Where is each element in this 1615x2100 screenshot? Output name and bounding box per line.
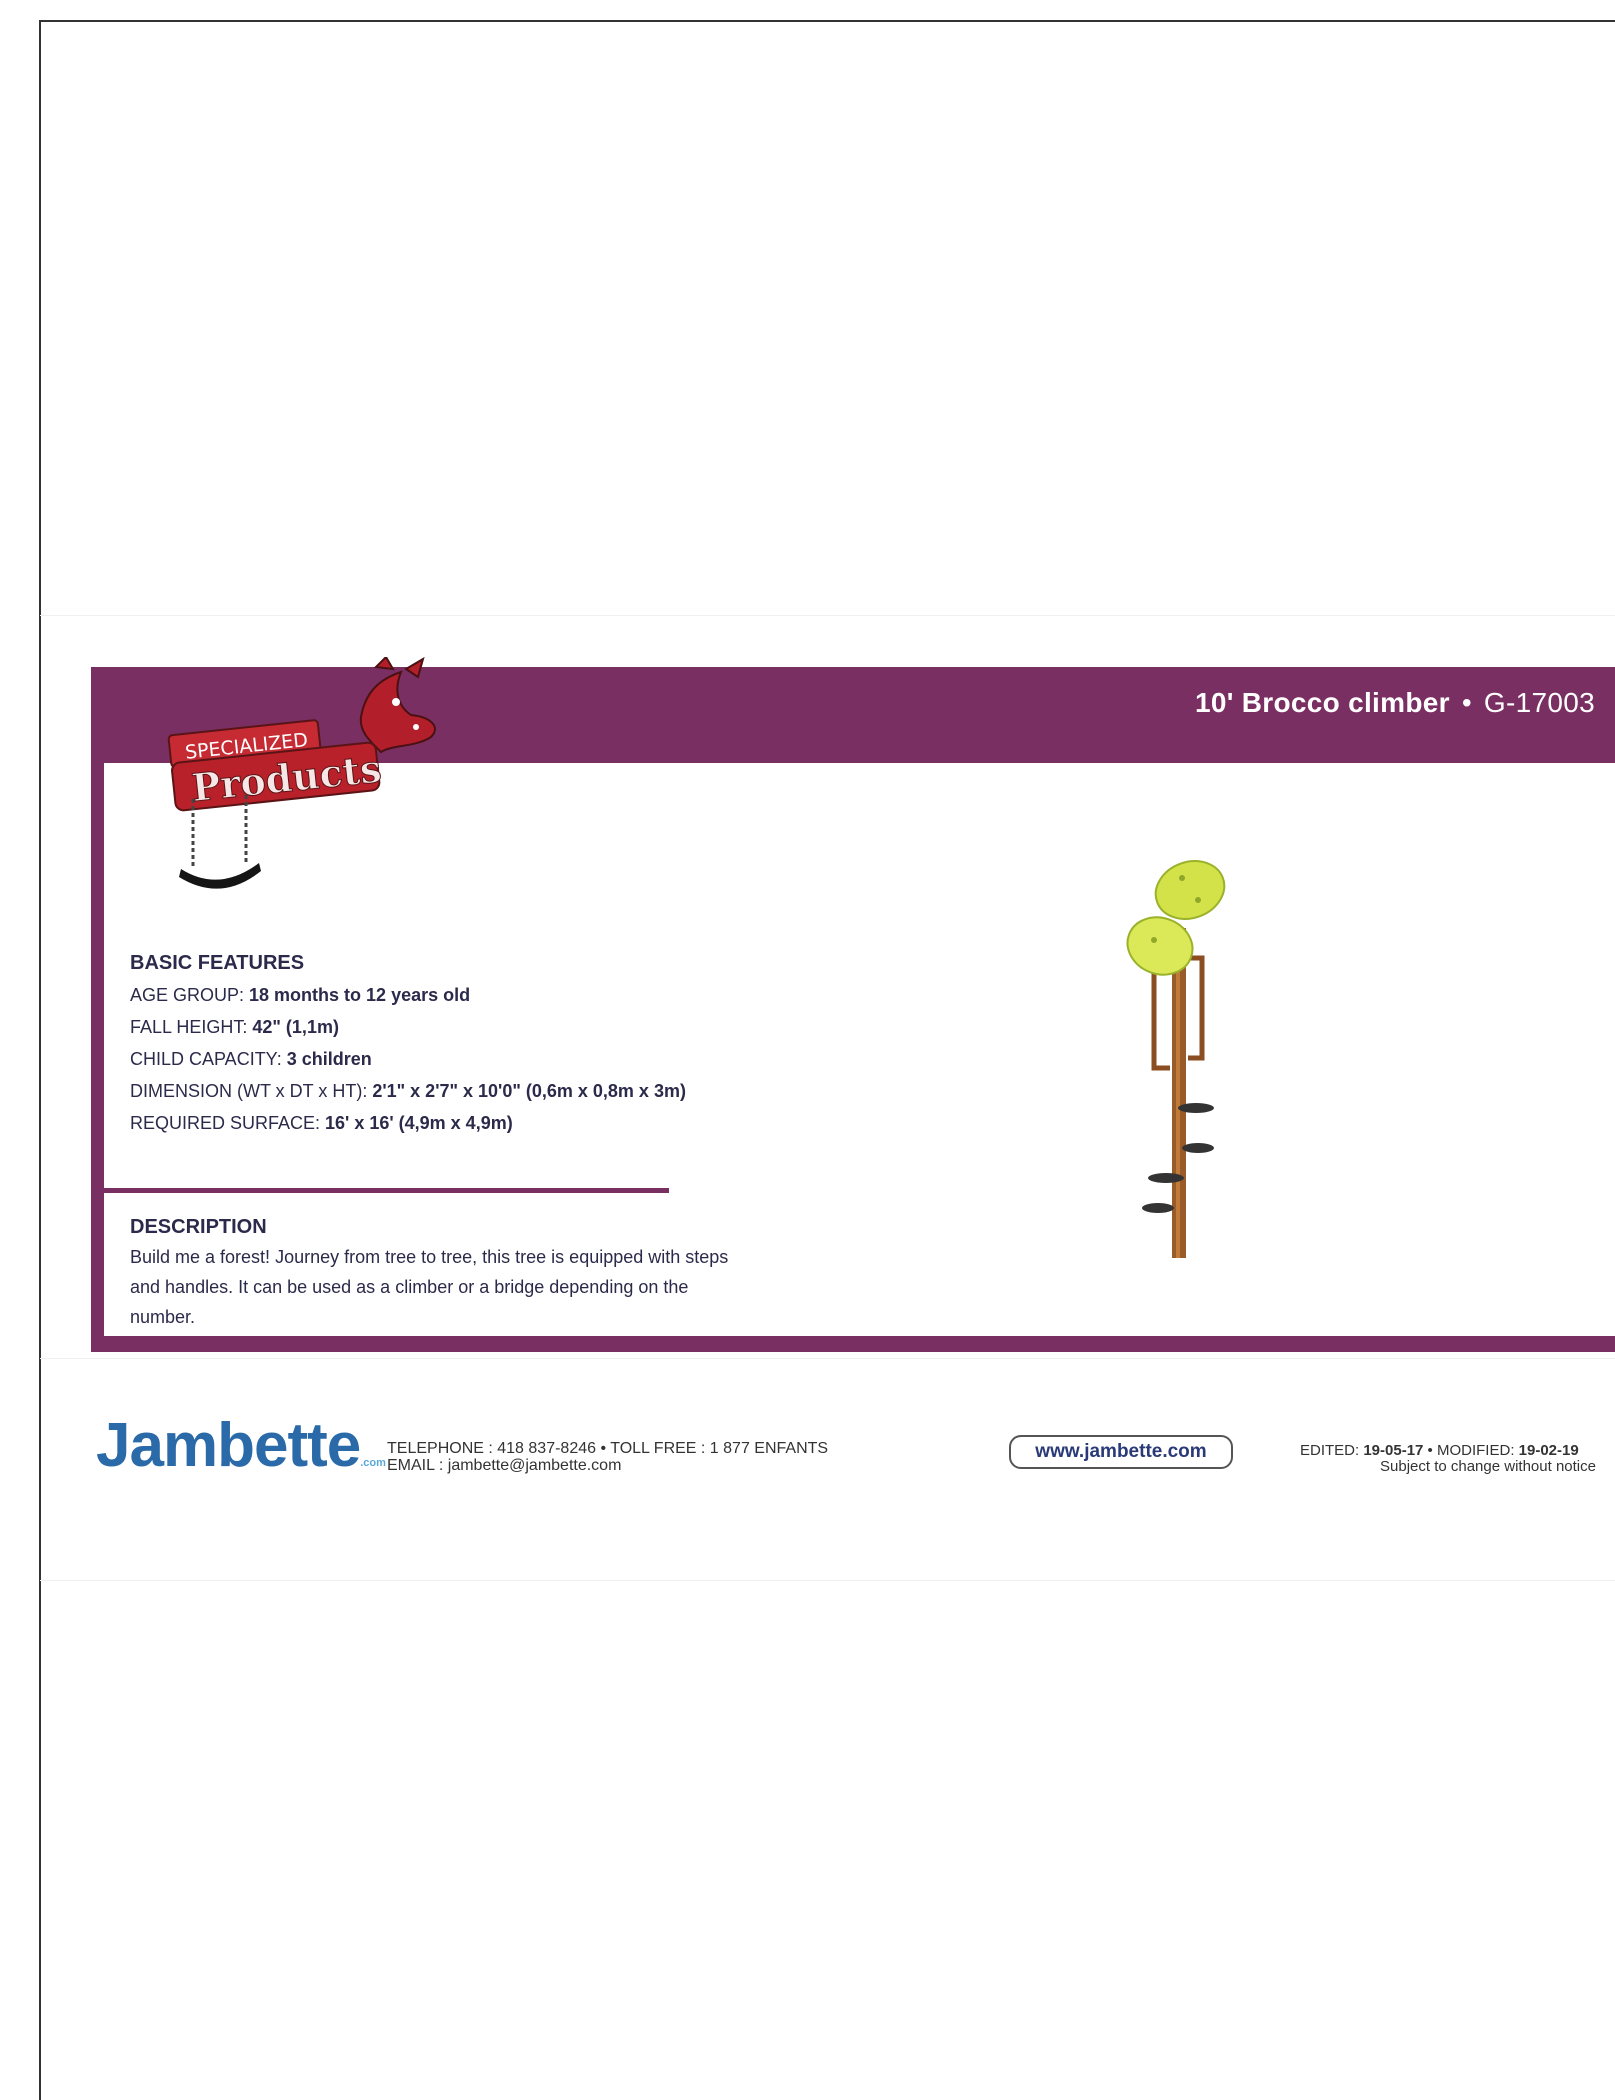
age-value: 18 months to 12 years old [249,985,471,1005]
climber-image [1126,860,1226,1258]
dimension-value: 2'1" x 2'7" x 10'0" (0,6m x 0,8m x 3m) [372,1081,686,1101]
fall-value: 42" (1,1m) [252,1017,339,1037]
email-line[interactable]: EMAIL : jambette@jambette.com [387,1457,828,1474]
fall-label: FALL HEIGHT: [130,1017,253,1037]
specialized-products-logo: SPECIALIZED Products [167,657,436,889]
modified-value: 19-02-19 [1518,1442,1579,1459]
divider-line [40,1358,1615,1359]
title-separator: • [1461,687,1472,718]
edited-label: EDITED: [1300,1442,1364,1459]
footer: Jambette.com TELEPHONE : 418 837-8246 • … [0,1405,1615,1505]
capacity-label: CHILD CAPACITY: [130,1049,287,1069]
edited-value: 19-05-17 [1363,1442,1424,1459]
divider-line [40,615,1615,616]
brand-name: Jambette [96,1411,361,1480]
surface-value: 16' x 16' (4,9m x 4,9m) [325,1113,513,1133]
website-link[interactable]: www.jambette.com [1009,1435,1233,1469]
age-label: AGE GROUP: [130,985,250,1005]
description-heading: DESCRIPTION [130,1216,267,1238]
divider-line [40,1580,1615,1581]
phone-line: TELEPHONE : 418 837-8246 • TOLL FREE : 1… [387,1440,829,1457]
product-code: G-17003 [1483,687,1595,718]
brand-suffix: .com [360,1457,386,1469]
description-section: DESCRIPTION Build me a forest! Journey f… [130,1212,730,1332]
dimension-row: DIMENSION (WT x DT x HT): 2'1" x 2'7" x … [130,1075,720,1107]
contact-info: TELEPHONE : 418 837-8246 • TOLL FREE : 1… [387,1440,828,1474]
edit-info: EDITED: 19-05-17 • MODIFIED: 19-02-19 Su… [1300,1443,1596,1475]
surface-label: REQUIRED SURFACE: [130,1113,326,1133]
modified-label: MODIFIED: [1436,1442,1519,1459]
capacity-row: CHILD CAPACITY: 3 children [130,1043,720,1075]
change-notice: Subject to change without notice [1380,1458,1596,1475]
edit-separator: • [1423,1442,1437,1459]
product-sheet: 10' Brocco climber • G-17003 SPECIALIZED P… [91,657,1615,1352]
product-name: 10' Brocco climber [1194,687,1450,718]
fall-height-row: FALL HEIGHT: 42" (1,1m) [130,1011,720,1043]
capacity-value: 3 children [286,1049,372,1069]
dimension-label: DIMENSION (WT x DT x HT): [130,1081,373,1101]
surface-row: REQUIRED SURFACE: 16' x 16' (4,9m x 4,9m… [130,1107,720,1139]
age-group-row: AGE GROUP: 18 months to 12 years old [130,979,720,1011]
product-title: 10' Brocco climber • G-17003 [1195,687,1595,719]
section-divider [104,1188,669,1193]
jambette-logo[interactable]: Jambette.com [96,1410,386,1481]
features-heading: BASIC FEATURES [130,952,305,974]
basic-features: BASIC FEATURES AGE GROUP: 18 months to 1… [130,947,720,1139]
description-text: Build me a forest! Journey from tree to … [130,1247,729,1327]
